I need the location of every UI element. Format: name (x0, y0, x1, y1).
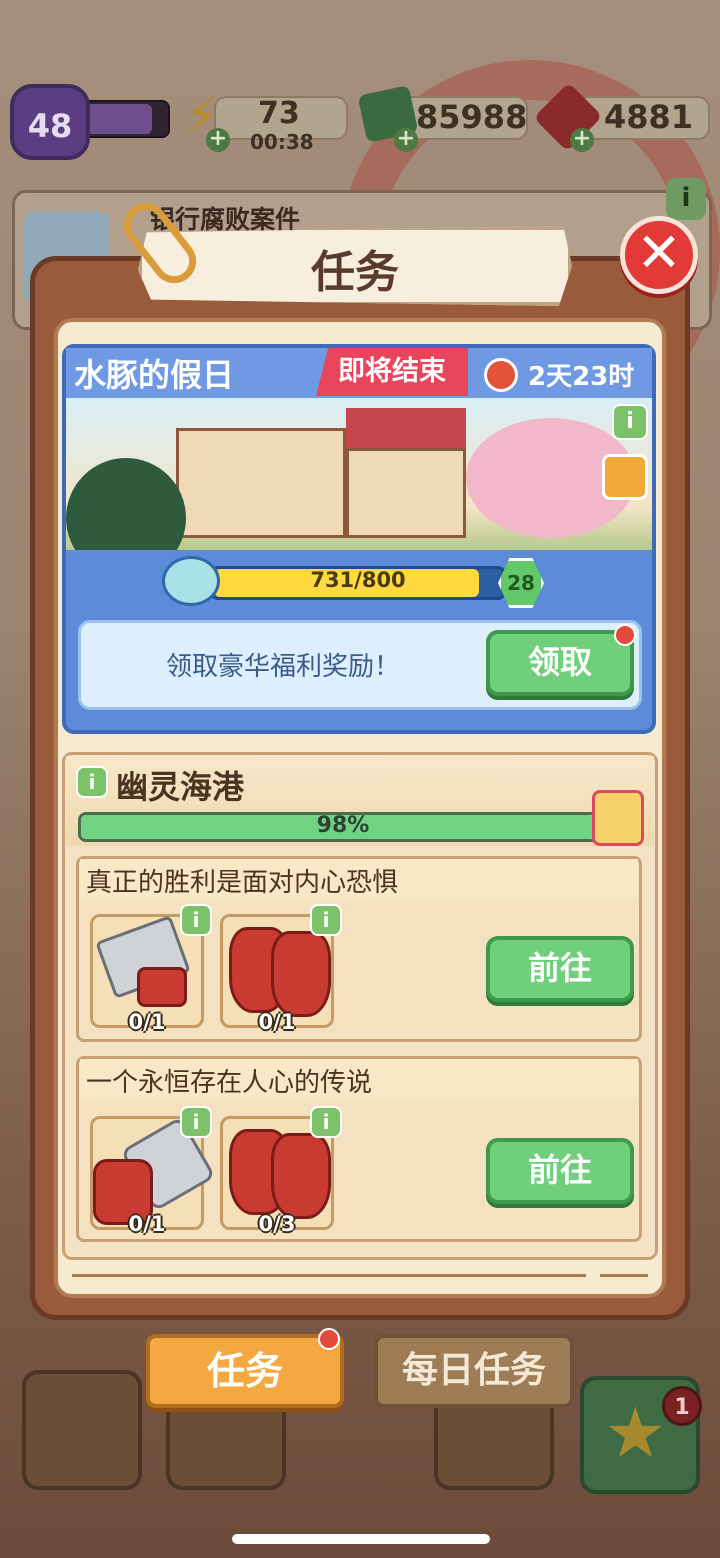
chapter-progress-label: 98% (316, 813, 370, 838)
chapter-title: 幽灵海港 (116, 768, 245, 806)
task-title: 真正的胜利是面对内心恐惧 (86, 868, 399, 898)
cash-plus-icon[interactable]: + (394, 128, 418, 152)
chapter-info-icon[interactable]: i (76, 766, 108, 798)
xp-bar-fill (82, 104, 152, 134)
task-item-count: 0/1 (128, 1010, 166, 1034)
reward-text: 领取豪华福利奖励！ (165, 652, 400, 682)
energy-timer: 00:38 (250, 130, 314, 154)
scroll-indicator (72, 1274, 586, 1277)
event-progress-label: 731/800 (310, 568, 406, 592)
trophy-icon[interactable] (602, 454, 648, 500)
ending-soon-tag: 即将结束 (316, 348, 468, 396)
dialog-title: 任务 (311, 247, 399, 298)
claim-button[interactable]: 领取 (486, 630, 634, 696)
tab-notification-dot (318, 1328, 340, 1350)
energy-value: 73 (258, 96, 300, 131)
red-glove-right (271, 1133, 331, 1219)
clock-icon (484, 358, 518, 392)
tab-tasks[interactable]: 任务 (146, 1334, 344, 1408)
event-timer: 2天23时 (528, 362, 635, 392)
go-button[interactable]: 前往 (486, 1138, 634, 1204)
capybara-icon (162, 556, 220, 606)
task-item-count: 0/1 (128, 1212, 166, 1236)
task-item-count: 0/3 (258, 1212, 296, 1236)
red-glove-right (271, 931, 331, 1017)
tab-daily-tasks[interactable]: 每日任务 (374, 1334, 574, 1408)
event-info-icon[interactable]: i (612, 404, 648, 440)
claim-notification-dot (614, 624, 636, 646)
star-notification-badge: 1 (662, 1386, 702, 1426)
energy-plus-icon[interactable]: + (206, 128, 230, 152)
player-level-badge[interactable]: 48 (10, 84, 90, 160)
gift-box-icon[interactable] (592, 790, 644, 846)
roof-illustration (346, 408, 466, 448)
gem-plus-icon[interactable]: + (570, 128, 594, 152)
item-info-icon[interactable]: i (310, 904, 342, 936)
item-info-icon[interactable]: i (310, 1106, 342, 1138)
home-indicator[interactable] (232, 1534, 490, 1544)
item-info-icon[interactable]: i (180, 904, 212, 936)
house-illustration (346, 448, 466, 538)
go-button[interactable]: 前往 (486, 936, 634, 1002)
cash-value: 85988 (416, 98, 528, 136)
item-info-icon[interactable]: i (180, 1106, 212, 1138)
task-item-count: 0/1 (258, 1010, 296, 1034)
gem-value: 4881 (604, 98, 694, 136)
back-arrow-slot (22, 1370, 142, 1490)
close-button[interactable]: ✕ (620, 216, 698, 294)
saw-handle (137, 967, 187, 1007)
mansion-illustration (176, 428, 346, 538)
star-icon: ★ (604, 1392, 667, 1474)
task-title: 一个永恒存在人心的传说 (86, 1068, 373, 1098)
background-info-icon: i (666, 178, 706, 220)
event-title: 水豚的假日 (74, 356, 235, 394)
scroll-indicator-end (600, 1274, 648, 1277)
